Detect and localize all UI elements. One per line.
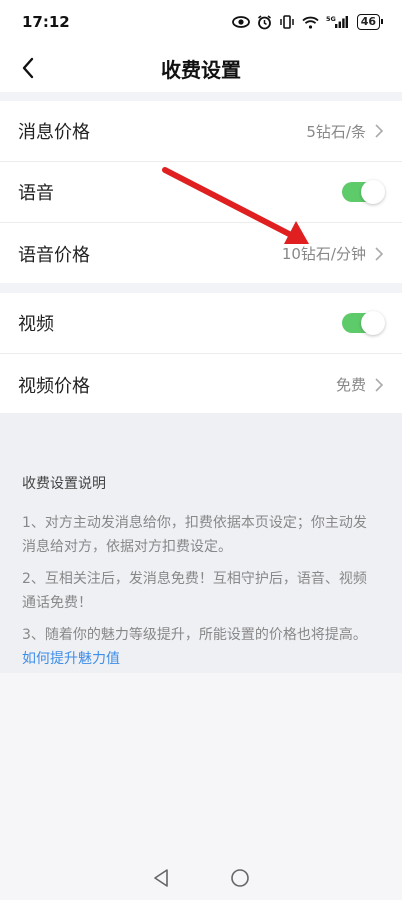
voice-settings-section: 消息价格 5钻石/条 语音 语音价格 10钻石/分钟 xyxy=(0,101,402,284)
message-price-value: 5钻石/条 xyxy=(306,122,366,141)
voice-price-value-group: 10钻石/分钟 xyxy=(282,243,384,264)
video-price-row[interactable]: 视频价格 免费 xyxy=(0,354,402,415)
video-toggle[interactable] xyxy=(342,311,385,335)
page-title: 收费设置 xyxy=(161,57,241,82)
chevron-right-icon xyxy=(375,246,384,261)
status-time: 17:12 xyxy=(22,13,70,31)
message-price-value-group: 5钻石/条 xyxy=(306,121,384,142)
voice-price-value: 10钻石/分钟 xyxy=(281,245,366,263)
back-button[interactable] xyxy=(12,52,44,84)
charm-help-link[interactable]: 如何提升魅力值 xyxy=(22,651,120,667)
chevron-right-icon xyxy=(375,377,384,392)
nav-back-icon[interactable] xyxy=(152,868,170,888)
svg-text:5G: 5G xyxy=(326,15,336,23)
section-divider xyxy=(0,92,402,101)
description-item-text: 3、随着你的魅力等级提升，所能设置的价格也将提高。 xyxy=(22,627,367,643)
description-item: 2、互相关注后，发消息免费！互相守护后，语音、视频通话免费！ xyxy=(22,571,367,611)
section-divider xyxy=(0,283,402,293)
voice-price-row[interactable]: 语音价格 10钻石/分钟 xyxy=(0,223,402,284)
video-settings-section: 视频 视频价格 免费 xyxy=(0,293,402,415)
message-price-row[interactable]: 消息价格 5钻石/条 xyxy=(0,101,402,162)
chevron-right-icon xyxy=(375,124,384,138)
voice-row: 语音 xyxy=(0,162,402,223)
status-icons: 5G 46 xyxy=(231,14,384,30)
description-title: 收费设置说明 xyxy=(22,476,106,492)
toggle-knob xyxy=(361,180,385,204)
wifi-icon xyxy=(302,16,319,29)
fee-description: 收费设置说明 1、对方主动发消息给你，扣费依据本页设定；你主动发消息给对方，依据… xyxy=(0,413,402,673)
alarm-icon xyxy=(257,14,272,30)
voice-label: 语音 xyxy=(18,183,54,204)
battery-indicator: 46 xyxy=(356,14,384,30)
description-item: 1、对方主动发消息给你，扣费依据本页设定；你主动发消息给对方，依据对方扣费设定。 xyxy=(22,515,367,555)
description-item: 3、随着你的魅力等级提升，所能设置的价格也将提高。如何提升魅力值 xyxy=(22,623,380,671)
nav-home-icon[interactable] xyxy=(230,868,250,888)
video-price-label: 视频价格 xyxy=(18,375,90,397)
vibrate-icon xyxy=(279,15,295,29)
video-price-value-group: 免费 xyxy=(336,374,384,395)
voice-price-label: 语音价格 xyxy=(18,244,90,266)
video-label: 视频 xyxy=(18,314,54,335)
eye-icon xyxy=(231,16,250,28)
signal-5g-icon: 5G xyxy=(326,15,348,29)
video-row: 视频 xyxy=(0,293,402,354)
video-price-value: 免费 xyxy=(335,376,366,394)
status-bar: 17:12 5G 46 xyxy=(0,0,402,44)
title-bar: 收费设置 xyxy=(0,44,402,92)
voice-toggle[interactable] xyxy=(342,180,385,204)
toggle-knob xyxy=(361,311,385,335)
message-price-label: 消息价格 xyxy=(18,122,90,143)
system-nav-bar xyxy=(0,855,402,900)
chevron-left-icon xyxy=(22,57,34,79)
